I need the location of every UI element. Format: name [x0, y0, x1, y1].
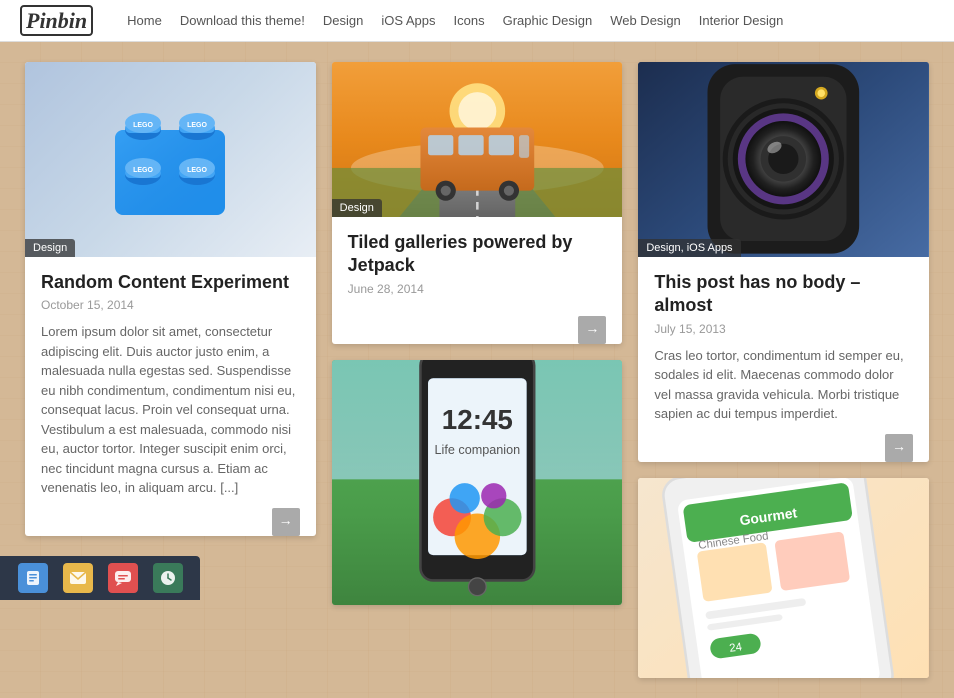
card-image-wrap-4: Design, iOS Apps	[638, 62, 929, 257]
camera-svg	[638, 62, 929, 257]
card-title-4: This post has no body – almost	[654, 271, 913, 318]
nav-download[interactable]: Download this theme!	[180, 13, 305, 28]
card-random-content: LEGO LEGO LEGO LEGO Design Random Conten…	[25, 62, 316, 536]
nav-icons[interactable]: Icons	[454, 13, 485, 28]
category-badge-1: Design	[25, 239, 75, 257]
svg-text:12:45: 12:45	[441, 404, 512, 435]
message-toolbar-icon[interactable]	[108, 563, 138, 593]
site-header: Pinbin Home Download this theme! Design …	[0, 0, 954, 42]
card-body-1: Random Content Experiment October 15, 20…	[25, 257, 316, 512]
food-svg: Gourmet 24 Chinese Food	[638, 478, 929, 678]
svg-text:24: 24	[729, 641, 743, 655]
col-middle: Design Tiled galleries powered by Jetpac…	[332, 62, 623, 605]
card-excerpt-4: Cras leo tortor, condimentum id semper e…	[654, 346, 913, 424]
site-logo[interactable]: Pinbin	[20, 8, 93, 34]
card-image-wrap-2: Design	[332, 62, 623, 217]
category-badge-2: Design	[332, 199, 382, 217]
lego-image: LEGO LEGO LEGO LEGO	[25, 62, 316, 257]
card-phone: 12:45 Life companion	[332, 360, 623, 605]
bus-svg	[332, 62, 623, 217]
card-body-4: This post has no body – almost July 15, …	[638, 257, 929, 438]
card-title-2: Tiled galleries powered by Jetpack	[348, 231, 607, 278]
nav-home[interactable]: Home	[127, 13, 162, 28]
bottom-toolbar	[0, 556, 200, 600]
phone-image: 12:45 Life companion	[332, 360, 623, 605]
camera-image	[638, 62, 929, 257]
phone-svg: 12:45 Life companion	[332, 360, 623, 605]
card-no-body: Design, iOS Apps This post has no body –…	[638, 62, 929, 462]
category-badge-4: Design, iOS Apps	[638, 239, 740, 257]
card-gourmet: Gourmet 24 Chinese Food	[638, 478, 929, 678]
card-arrow-2[interactable]: →	[578, 316, 606, 344]
email-toolbar-icon[interactable]	[63, 563, 93, 593]
card-tiled-galleries: Design Tiled galleries powered by Jetpac…	[332, 62, 623, 344]
svg-text:LEGO: LEGO	[133, 122, 153, 129]
nav-ios-apps[interactable]: iOS Apps	[381, 13, 435, 28]
document-toolbar-icon[interactable]	[18, 563, 48, 593]
card-date-1: October 15, 2014	[41, 298, 300, 312]
col-right: Design, iOS Apps This post has no body –…	[638, 62, 929, 678]
card-date-4: July 15, 2013	[654, 322, 913, 336]
clock-toolbar-icon[interactable]	[153, 563, 183, 593]
card-image-wrap-1: LEGO LEGO LEGO LEGO Design	[25, 62, 316, 257]
main-nav: Home Download this theme! Design iOS App…	[127, 12, 783, 30]
card-body-2: Tiled galleries powered by Jetpack June …	[332, 217, 623, 320]
card-date-2: June 28, 2014	[348, 282, 607, 296]
svg-text:LEGO: LEGO	[187, 167, 207, 174]
svg-text:Life companion: Life companion	[434, 443, 520, 457]
card-excerpt-1: Lorem ipsum dolor sit amet, consectetur …	[41, 322, 300, 498]
nav-web-design[interactable]: Web Design	[610, 13, 681, 28]
card-title-1: Random Content Experiment	[41, 271, 300, 294]
svg-text:LEGO: LEGO	[133, 167, 153, 174]
card-arrow-4[interactable]: →	[885, 434, 913, 462]
card-arrow-1[interactable]: →	[272, 508, 300, 536]
nav-design[interactable]: Design	[323, 13, 363, 28]
food-image: Gourmet 24 Chinese Food	[638, 478, 929, 678]
bus-image	[332, 62, 623, 217]
lego-svg: LEGO LEGO LEGO LEGO	[105, 95, 235, 225]
svg-text:LEGO: LEGO	[187, 122, 207, 129]
nav-graphic-design[interactable]: Graphic Design	[503, 13, 593, 28]
nav-interior-design[interactable]: Interior Design	[699, 13, 784, 28]
